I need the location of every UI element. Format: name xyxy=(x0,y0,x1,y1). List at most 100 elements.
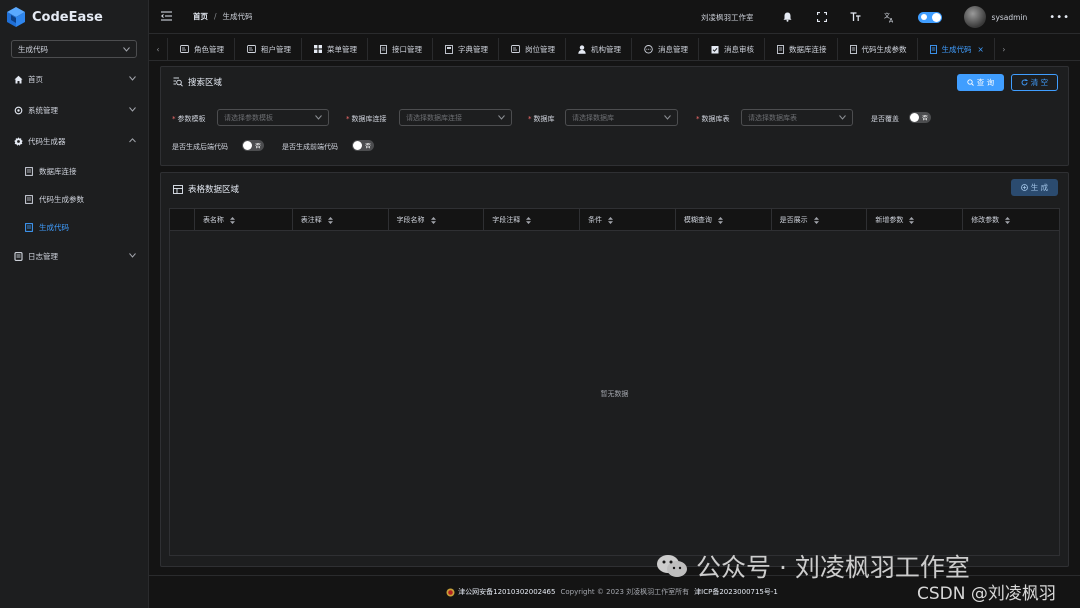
breadcrumb-home[interactable]: 首页 xyxy=(193,11,208,22)
bell-icon[interactable] xyxy=(782,11,794,23)
chevron-down-icon xyxy=(129,105,136,114)
menu-collapse-icon[interactable] xyxy=(161,11,173,23)
user-icon xyxy=(578,44,586,54)
sidebar-item-db-connection[interactable]: 数据库连接 xyxy=(0,157,148,185)
sidebar-menu: 首页 系统管理 代码生成器 数据库连接 代码生成参数 生成代码 日志管理 xyxy=(0,64,148,272)
icp-link[interactable]: 津ICP备2023000715号-1 xyxy=(694,587,778,597)
overwrite-switch[interactable]: 否 xyxy=(909,112,931,123)
close-icon[interactable]: × xyxy=(978,45,984,54)
sidebar-item-home[interactable]: 首页 xyxy=(0,64,148,95)
top-header: 首页 / 生成代码 刘凌枫羽工作室 文A sysadmin ••• xyxy=(149,0,1080,34)
search-title-text: 搜索区域 xyxy=(188,78,223,88)
frontend-switch[interactable]: 否 xyxy=(352,140,374,151)
sort-icon[interactable] xyxy=(608,216,614,224)
tab-menu[interactable]: 菜单管理 xyxy=(302,37,368,61)
backend-switch[interactable]: 否 xyxy=(242,140,264,151)
table-column-header[interactable]: 条件 xyxy=(580,209,676,231)
overwrite-switch-text: 否 xyxy=(921,115,928,122)
database-select[interactable]: 请选择数据库 xyxy=(565,109,678,126)
search-list-icon xyxy=(173,77,183,87)
table-panel-title: 表格数据区域 xyxy=(173,183,239,195)
table-column-header[interactable]: 修改参数 xyxy=(963,209,1059,231)
column-label: 条件 xyxy=(588,216,603,224)
chevron-down-icon xyxy=(315,114,322,122)
doc-icon xyxy=(849,44,857,54)
tab-label: 代码生成参数 xyxy=(861,44,907,54)
sidebar-item-code-generator[interactable]: 代码生成器 xyxy=(0,126,148,157)
tab-api[interactable]: 接口管理 xyxy=(368,37,433,61)
book-icon xyxy=(445,44,453,54)
police-record-link[interactable]: 津公网安备12010302002465 xyxy=(458,587,555,597)
table-column-header[interactable]: 表注释 xyxy=(293,209,389,231)
tab-label: 菜单管理 xyxy=(327,44,357,54)
table-label-text: 数据库表 xyxy=(701,115,730,123)
tab-generate-code[interactable]: 生成代码 × xyxy=(918,37,995,61)
dark-mode-toggle[interactable] xyxy=(917,11,942,23)
sort-icon[interactable] xyxy=(327,216,333,224)
search-panel: 搜索区域 查 询 清 空 * 参数模板 请选择参数模板 * 数据库连接 请选择数据库… xyxy=(160,66,1069,166)
tab-message[interactable]: 消息管理 xyxy=(632,37,699,61)
template-select[interactable]: 请选择参数模板 xyxy=(217,109,329,126)
plus-circle-icon xyxy=(1020,184,1028,191)
tab-gen-params[interactable]: 代码生成参数 xyxy=(838,37,918,61)
tab-label: 租户管理 xyxy=(261,44,291,54)
table-placeholder: 请选择数据库表 xyxy=(748,113,797,122)
column-label: 表注释 xyxy=(300,216,322,224)
sort-icon[interactable] xyxy=(430,216,436,224)
tab-org[interactable]: 机构管理 xyxy=(566,37,632,61)
table-column-header[interactable]: 是否展示 xyxy=(772,209,868,231)
sidebar-item-system[interactable]: 系统管理 xyxy=(0,95,148,126)
tab-tenant[interactable]: 租户管理 xyxy=(235,37,302,61)
font-size-icon[interactable] xyxy=(850,11,862,23)
tab-dict[interactable]: 字典管理 xyxy=(433,37,499,61)
table-column-header[interactable]: 字段注释 xyxy=(484,209,581,231)
tab-audit[interactable]: 消息审核 xyxy=(699,37,765,61)
fullscreen-icon[interactable] xyxy=(816,11,828,23)
frontend-switch-text: 否 xyxy=(364,143,371,150)
table-column-header[interactable]: 表名称 xyxy=(195,209,293,231)
sidebar-item-gen-params[interactable]: 代码生成参数 xyxy=(0,185,148,213)
overwrite-label: 是否覆盖 xyxy=(871,115,899,123)
connection-label-text: 数据库连接 xyxy=(351,115,387,123)
app-logo[interactable]: CodeEase xyxy=(0,0,148,34)
table-column-header[interactable]: 新增参数 xyxy=(867,209,964,231)
breadcrumb-separator: / xyxy=(214,12,217,21)
table-select[interactable]: 请选择数据库表 xyxy=(741,109,853,126)
code-table: 表名称 表注释 字段名称 字段注释 条件 模糊查询 是否展示 新增参数 修改参数… xyxy=(169,208,1060,556)
connection-select[interactable]: 请选择数据库连接 xyxy=(399,109,512,126)
tab-label: 消息管理 xyxy=(658,44,688,54)
document-icon xyxy=(25,194,33,204)
tab-bar: ‹ 角色管理 租户管理 菜单管理 接口管理 字典管理 岗位管理 机构管理 消息管… xyxy=(149,37,1080,61)
generate-button[interactable]: 生 成 xyxy=(1011,179,1058,196)
tab-scroll-left-icon[interactable]: ‹ xyxy=(149,38,167,61)
template-label-text: 参数模板 xyxy=(177,115,206,123)
police-badge-icon xyxy=(446,588,455,597)
tab-role[interactable]: 角色管理 xyxy=(167,37,235,61)
reset-button[interactable]: 清 空 xyxy=(1011,74,1058,91)
sort-icon[interactable] xyxy=(717,216,723,224)
sort-icon[interactable] xyxy=(909,216,915,224)
doc-icon xyxy=(929,44,937,54)
sort-icon[interactable] xyxy=(229,216,235,224)
tab-scroll-right-icon[interactable]: › xyxy=(995,38,1013,61)
tab-post[interactable]: 岗位管理 xyxy=(499,37,566,61)
sort-icon[interactable] xyxy=(1005,216,1011,224)
breadcrumb: 首页 / 生成代码 xyxy=(193,11,253,22)
query-button[interactable]: 查 询 xyxy=(957,74,1004,91)
sidebar-item-label: 代码生成器 xyxy=(28,137,66,146)
translate-icon[interactable]: 文A xyxy=(884,11,896,23)
menu-search-select[interactable]: 生成代码 xyxy=(11,40,137,58)
backend-switch-text: 否 xyxy=(254,143,261,150)
sidebar-item-generate-code[interactable]: 生成代码 xyxy=(0,213,148,241)
sort-icon[interactable] xyxy=(813,216,819,224)
username[interactable]: sysadmin xyxy=(992,13,1028,22)
table-column-header[interactable]: 字段名称 xyxy=(389,209,485,231)
avatar[interactable] xyxy=(963,6,986,28)
tab-db-connection[interactable]: 数据库连接 xyxy=(765,37,838,61)
table-column-header[interactable]: 模糊查询 xyxy=(676,209,772,231)
template-label: * 参数模板 xyxy=(172,115,206,123)
sidebar-item-logs[interactable]: 日志管理 xyxy=(0,241,148,272)
more-icon[interactable]: ••• xyxy=(1049,12,1070,23)
breadcrumb-current: 生成代码 xyxy=(222,12,253,21)
sort-icon[interactable] xyxy=(526,216,532,224)
